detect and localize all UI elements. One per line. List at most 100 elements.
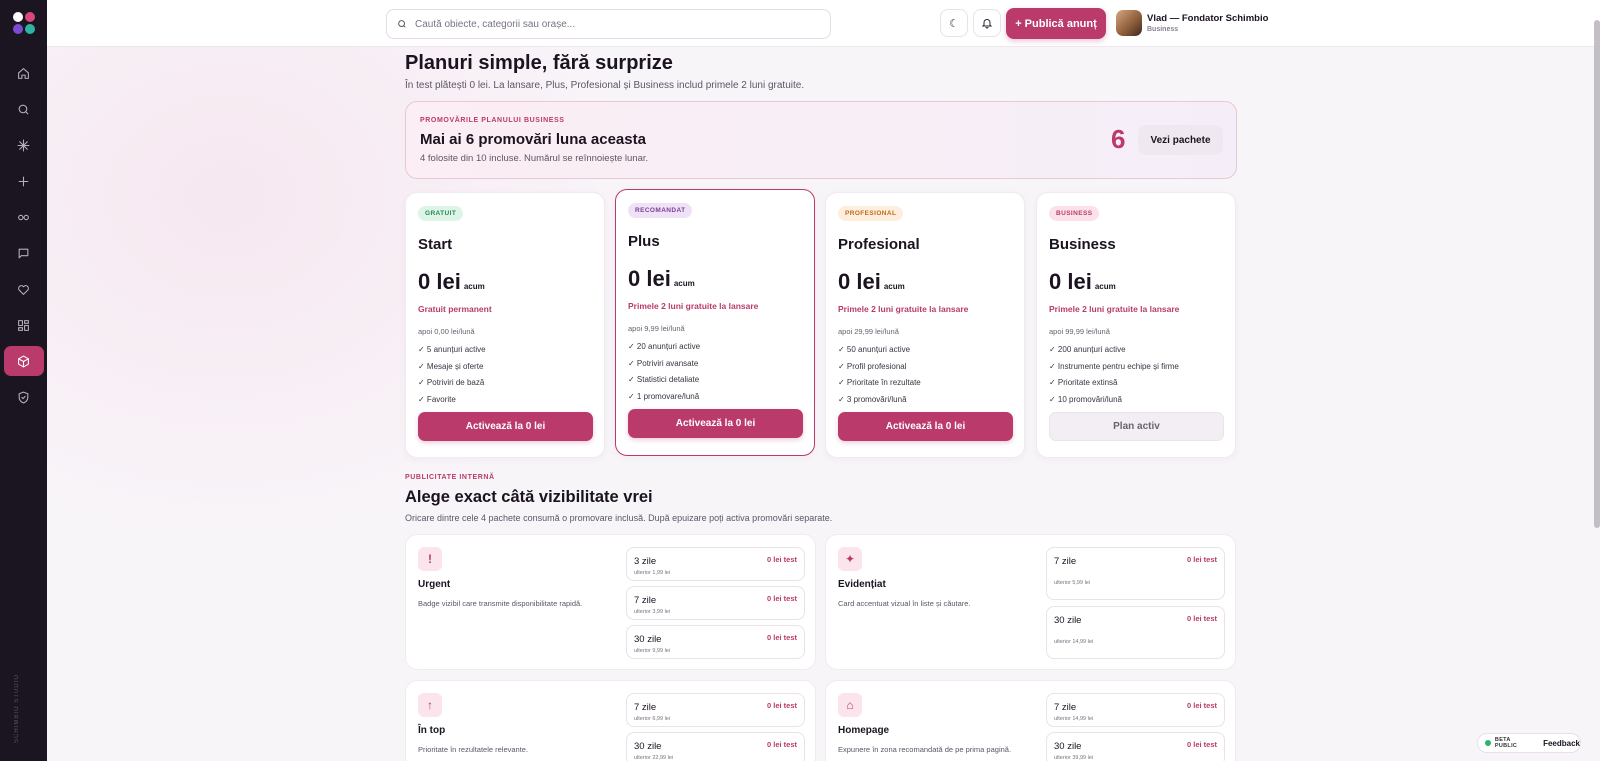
promo-kicker: PROMOVĂRILE PLANULUI BUSINESS [420,117,565,124]
activate-start-button[interactable]: Activează la 0 lei [418,412,593,441]
plan-badge: RECOMANDAT [628,203,693,218]
option-price: 0 lei test [766,701,797,710]
plan-after-price: apoi 9,99 lei/lună [628,324,685,333]
avatar[interactable] [1116,10,1142,36]
search-box[interactable] [386,9,831,39]
package-name: Homepage [838,725,890,736]
plan-feature: ✓ Profil profesional [838,361,907,371]
home-icon: ⌂ [838,693,862,717]
plan-name: Business [1049,236,1116,253]
sidebar-item-dashboard[interactable] [4,310,44,340]
sidebar-item-exchanges[interactable] [4,202,44,232]
sidebar-item-add[interactable] [4,166,44,196]
search-icon [18,104,29,114]
studio-label: SCHIMBIO STUDIO [14,673,20,743]
package-option[interactable]: 30 zile ulterior 14,99 lei 0 lei test [1046,606,1225,659]
option-after-price: ulterior 39,99 lei [1054,755,1094,761]
plan-card-business: BUSINESS Business 0 lei acum Primele 2 lu… [1036,192,1236,458]
plan-badge: BUSINESS [1049,206,1100,221]
package-option[interactable]: 30 zile ulterior 39,99 lei 0 lei test [1046,732,1225,761]
package-name: Urgent [418,579,451,590]
user-name[interactable]: Vlad — Fondator Schimbio [1147,13,1268,24]
option-price: 0 lei test [1186,614,1217,623]
app-logo[interactable] [12,12,35,34]
urgent-icon: ! [418,547,442,571]
activate-plus-button[interactable]: Activează la 0 lei [628,409,803,438]
package-card-homepage: ⌂ Homepage Expunere în zona recomandată … [825,680,1236,761]
option-after-price: ulterior 22,99 lei [634,755,674,761]
plan-features: ✓ 200 anunțuri active ✓ Instrumente pent… [1049,345,1179,411]
scrollbar[interactable] [1594,20,1600,528]
feedback-button[interactable]: Feedback [1543,739,1580,748]
plan-promo: Primele 2 luni gratuite la lansare [1049,304,1180,314]
plan-feature: ✓ Prioritate extinsă [1049,378,1118,387]
package-option[interactable]: 7 zile ulterior 5,99 lei 0 lei test [1046,547,1225,600]
ads-title: Alege exact câtă vizibilitate vrei [405,488,653,506]
plan-price: 0 lei acum [838,269,905,294]
package-card-urgent: ! Urgent Badge vizibil care transmite di… [405,534,816,670]
plan-promo: Primele 2 luni gratuite la lansare [838,304,969,314]
plan-name: Plus [628,233,660,250]
package-option[interactable]: 7 zile ulterior 3,99 lei 0 lei test [626,586,805,620]
search-input[interactable] [415,18,815,30]
status-dot [1485,740,1491,746]
plan-feature: ✓ Prioritate în rezultate [838,378,921,387]
package-description: Badge vizibil care transmite disponibili… [418,599,583,608]
package-option[interactable]: 7 zile ulterior 6,99 lei 0 lei test [626,693,805,727]
arrow-up-icon: ↑ [418,693,442,717]
sidebar-item-home[interactable] [4,58,44,88]
publish-listing-button[interactable]: + Publică anunț [1006,8,1106,39]
sidebar-item-messages[interactable] [4,238,44,268]
view-packages-button[interactable]: Vezi pachete [1138,125,1223,155]
theme-toggle-button[interactable]: ☾ [940,9,968,37]
notifications-button[interactable] [973,9,1001,37]
package-option[interactable]: 30 zile ulterior 22,99 lei 0 lei test [626,732,805,761]
plan-feature: ✓ Favorite [418,394,456,404]
plan-card-plus: RECOMANDAT Plus 0 lei acum Primele 2 luni… [615,189,815,456]
package-option[interactable]: 30 zile ulterior 9,99 lei 0 lei test [626,625,805,659]
sidebar-item-favorites[interactable] [4,274,44,304]
option-days: 7 zile [634,595,657,606]
promo-subtitle: 4 folosite din 10 incluse. Numărul se re… [420,153,649,164]
package-option[interactable]: 7 zile ulterior 14,99 lei 0 lei test [1046,693,1225,727]
sidebar-item-discover[interactable] [4,130,44,160]
shield-icon [18,391,29,403]
sidebar-item-search[interactable] [4,94,44,124]
plan-feature: ✓ Potriviri avansate [628,358,699,368]
plan-card-profesional: PROFESIONAL Profesional 0 lei acum Primel… [825,192,1025,458]
package-card-top: ↑ În top Prioritate în rezultatele relev… [405,680,816,761]
option-price: 0 lei test [1186,701,1217,710]
option-price: 0 lei test [766,740,797,749]
chat-icon [18,248,29,258]
package-icon [18,355,29,367]
package-description: Prioritate în rezultatele relevante. [418,745,529,754]
sidebar-item-security[interactable] [4,382,44,412]
package-card-highlighted: ✦ Evidențiat Card accentuat vizual în li… [825,534,1236,670]
sparkle-icon: ✦ [838,547,862,571]
page-title: Planuri simple, fără surprize [405,52,673,74]
plan-card-start: GRATUIT Start 0 lei acum Gratuit permanen… [405,192,605,458]
package-option[interactable]: 3 zile ulterior 1,99 lei 0 lei test [626,547,805,581]
promo-title: Mai ai 6 promovări luna aceasta [420,131,646,148]
plan-price: 0 lei acum [418,269,485,294]
package-name: Evidențiat [838,579,886,590]
search-icon [398,20,406,28]
plan-badge: GRATUIT [418,206,464,221]
option-after-price: ulterior 1,99 lei [634,570,671,576]
sidebar: SCHIMBIO STUDIO [0,0,47,761]
plan-feature: ✓ 5 anunțuri active [418,345,486,354]
activate-profesional-button[interactable]: Activează la 0 lei [838,412,1013,441]
heart-icon [18,284,29,295]
plan-feature: ✓ 10 promovări/lună [1049,394,1122,404]
plan-feature: ✓ 3 promovări/lună [838,394,907,404]
option-days: 3 zile [634,556,657,567]
plan-feature: ✓ Mesaje și oferte [418,361,484,371]
package-name: În top [418,725,446,736]
option-after-price: ulterior 14,99 lei [1054,639,1094,645]
option-after-price: ulterior 14,99 lei [1054,716,1094,722]
sidebar-item-plans[interactable] [3,346,44,376]
option-price: 0 lei test [766,633,797,642]
option-price: 0 lei test [1186,740,1217,749]
beta-feedback-pill[interactable]: BETA PUBLIC Feedback [1477,733,1581,753]
active-plan-button[interactable]: Plan activ [1049,412,1224,441]
